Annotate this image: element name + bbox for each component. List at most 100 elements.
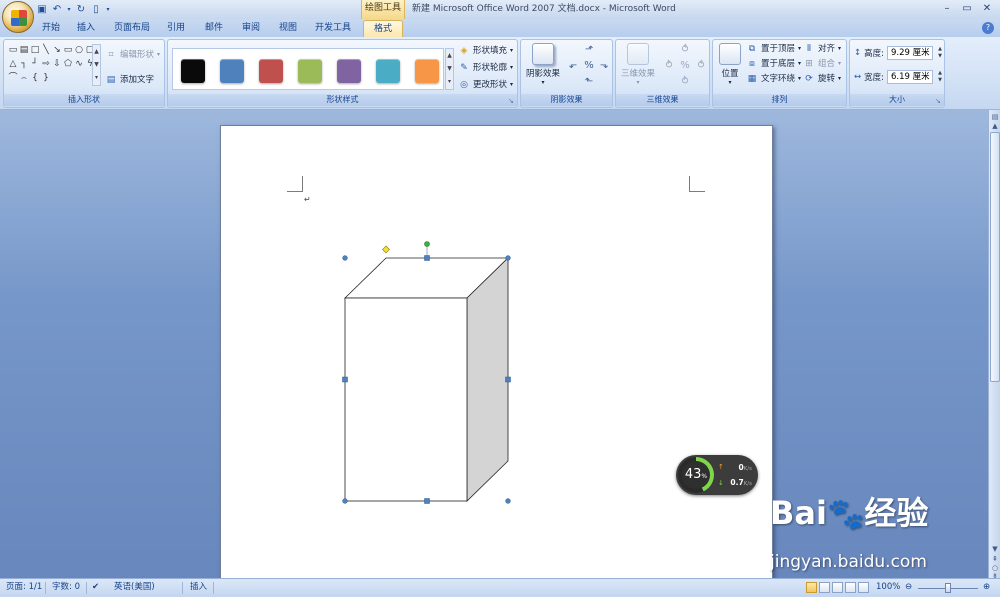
maximize-icon[interactable]: ▭ — [957, 1, 977, 17]
shape-style-gallery[interactable] — [172, 48, 444, 90]
align-button[interactable]: ⫴ 对齐 ▾ — [803, 42, 841, 56]
send-to-back-button[interactable]: ⧈ 置于底层 ▾ — [746, 57, 801, 71]
style-swatch-orange[interactable] — [415, 59, 439, 83]
zoom-out-icon[interactable]: ⊖ — [905, 579, 912, 597]
add-text-button[interactable]: ▤ 添加文字 — [105, 73, 154, 87]
style-gallery-scroll[interactable]: ▲ ▼ ▾ — [445, 48, 454, 90]
nudge-shadow-up-icon[interactable]: ⬏ — [583, 44, 595, 56]
shadow-toggle-icon[interactable]: % — [583, 60, 595, 72]
width-spinner[interactable]: ▲ ▼ — [936, 70, 944, 84]
tab-insert[interactable]: 插入 — [72, 20, 100, 37]
tilt-down-icon[interactable]: ⥁ — [679, 76, 691, 88]
arc-icon[interactable]: ⌒ — [8, 72, 18, 85]
tab-developer[interactable]: 开发工具 — [310, 20, 356, 37]
language-indicator[interactable]: 英语(美国) — [114, 579, 155, 597]
textbox-shape-icon[interactable]: ▭ — [8, 44, 18, 57]
zoom-level[interactable]: 100% — [876, 579, 900, 597]
style-swatch-blue[interactable] — [220, 59, 244, 83]
scroll-up-icon[interactable]: ▲ — [446, 49, 453, 62]
more-icon[interactable]: ▾ — [446, 75, 453, 88]
3d-effects-button[interactable]: 三维效果 ▾ — [618, 43, 658, 86]
text-wrap-button[interactable]: ▦ 文字环绕 ▾ — [746, 72, 801, 86]
print-layout-view-button[interactable] — [806, 582, 817, 593]
zoom-in-icon[interactable]: ⊕ — [983, 579, 990, 597]
page-count[interactable]: 页面: 1/1 — [6, 579, 42, 597]
arrow-line-icon[interactable]: ↘ — [52, 44, 62, 57]
group-button[interactable]: ⊞ 组合 ▾ — [803, 57, 841, 71]
selection-handle-bottom-right[interactable] — [505, 498, 511, 504]
scroll-down-icon[interactable]: ▼ — [446, 62, 453, 75]
bracket-icon[interactable]: { — [30, 72, 40, 85]
redo-icon[interactable]: ↻ — [75, 4, 87, 16]
save-icon[interactable]: ▣ — [36, 4, 48, 16]
scroll-down-icon[interactable]: ▼ — [990, 544, 1000, 554]
style-swatch-teal[interactable] — [376, 59, 400, 83]
vertical-scrollbar[interactable]: ▤ ▲ ▼ ⇞ ○ ⇟ — [988, 110, 1000, 580]
web-layout-button[interactable] — [832, 582, 843, 593]
tilt-right-icon[interactable]: ⥀ — [695, 60, 707, 72]
scrollbar-thumb[interactable] — [990, 132, 1000, 382]
shadow-effects-button[interactable]: 阴影效果 ▾ — [525, 43, 561, 86]
style-swatch-red[interactable] — [259, 59, 283, 83]
tab-home[interactable]: 开始 — [37, 20, 65, 37]
network-speed-widget[interactable]: 43% ↑ ↓ 0K/s 0.7K/s — [676, 455, 758, 495]
tab-mailings[interactable]: 邮件 — [200, 20, 228, 37]
position-button[interactable]: 位置 ▾ — [716, 43, 744, 86]
brace-icon[interactable]: } — [41, 72, 51, 85]
customize-icon[interactable]: ▾ — [105, 4, 111, 16]
scroll-up-icon[interactable]: ▲ — [93, 45, 100, 58]
style-swatch-black[interactable] — [181, 59, 205, 83]
nudge-shadow-left-icon[interactable]: ⬐ — [567, 60, 579, 72]
tab-references[interactable]: 引用 — [162, 20, 190, 37]
elbow-connector-icon[interactable]: ┘ — [30, 58, 40, 71]
freeform-icon[interactable]: ∿ — [74, 58, 84, 71]
connector-icon[interactable]: ┐ — [19, 58, 29, 71]
cube-shape[interactable] — [336, 241, 521, 511]
shapes-gallery-scroll[interactable]: ▲ ▼ ▾ — [92, 44, 101, 86]
dialog-launcher-icon[interactable]: ↘ — [508, 98, 515, 105]
pentagon-icon[interactable]: ⬠ — [63, 58, 73, 71]
scroll-up-icon[interactable]: ▲ — [990, 121, 1000, 131]
word-count[interactable]: 字数: 0 — [52, 579, 80, 597]
shapes-gallery[interactable]: ▭ ▤ □ ╲ ↘ ▭ ○ ▢ △ ┐ ┘ ⇨ ⇩ ⬠ ∿ ϟ ⌒ ⌢ { } — [8, 44, 94, 86]
rect-shape-icon[interactable]: ▭ — [63, 44, 73, 57]
tab-view[interactable]: 视图 — [274, 20, 302, 37]
zoom-slider-thumb[interactable] — [945, 583, 951, 593]
close-icon[interactable]: ✕ — [977, 1, 997, 17]
new-doc-icon[interactable]: ▯ — [90, 4, 102, 16]
document-page[interactable]: ↵ — [220, 125, 773, 585]
more-icon[interactable]: ▾ — [93, 71, 100, 84]
rect-shape-icon[interactable]: □ — [30, 44, 40, 57]
dropdown-icon[interactable]: ▾ — [66, 4, 72, 16]
vertical-textbox-icon[interactable]: ▤ — [19, 44, 29, 57]
selection-handle-bottom[interactable] — [424, 498, 430, 504]
minimize-icon[interactable]: – — [937, 1, 957, 17]
tilt-up-icon[interactable]: ⥀ — [679, 44, 691, 56]
rotate-button[interactable]: ⟳ 旋转 ▾ — [803, 72, 841, 86]
line-shape-icon[interactable]: ╲ — [41, 44, 51, 57]
height-spinner[interactable]: ▲ ▼ — [936, 46, 944, 60]
selection-handle-bottom-left[interactable] — [342, 498, 348, 504]
outline-view-button[interactable] — [845, 582, 856, 593]
rotate-handle[interactable] — [424, 241, 430, 247]
shape-outline-button[interactable]: ✎ 形状轮廓 ▾ — [458, 61, 513, 75]
style-swatch-green[interactable] — [298, 59, 322, 83]
selection-handle-right[interactable] — [505, 376, 511, 383]
nudge-shadow-down-icon[interactable]: ⬑ — [583, 76, 595, 88]
adjust-handle[interactable] — [382, 245, 390, 254]
selection-handle-top-right[interactable] — [505, 255, 511, 261]
bring-to-front-button[interactable]: ⧉ 置于顶层 ▾ — [746, 42, 801, 56]
selection-handle-top[interactable] — [424, 255, 430, 261]
help-icon[interactable]: ? — [982, 22, 994, 34]
full-screen-reading-button[interactable] — [819, 582, 830, 593]
selection-handle-left[interactable] — [342, 376, 348, 383]
change-shape-button[interactable]: ◎ 更改形状 ▾ — [458, 78, 513, 92]
right-arrow-icon[interactable]: ⇨ — [41, 58, 51, 71]
curve-icon[interactable]: ⌢ — [19, 72, 29, 85]
selection-handle-top-left[interactable] — [342, 255, 348, 261]
triangle-shape-icon[interactable]: △ — [8, 58, 18, 71]
undo-icon[interactable]: ↶ — [51, 4, 63, 16]
width-input[interactable]: 6.19 厘米 — [887, 70, 933, 84]
insert-mode[interactable]: 插入 — [190, 579, 207, 597]
oval-shape-icon[interactable]: ○ — [74, 44, 84, 57]
